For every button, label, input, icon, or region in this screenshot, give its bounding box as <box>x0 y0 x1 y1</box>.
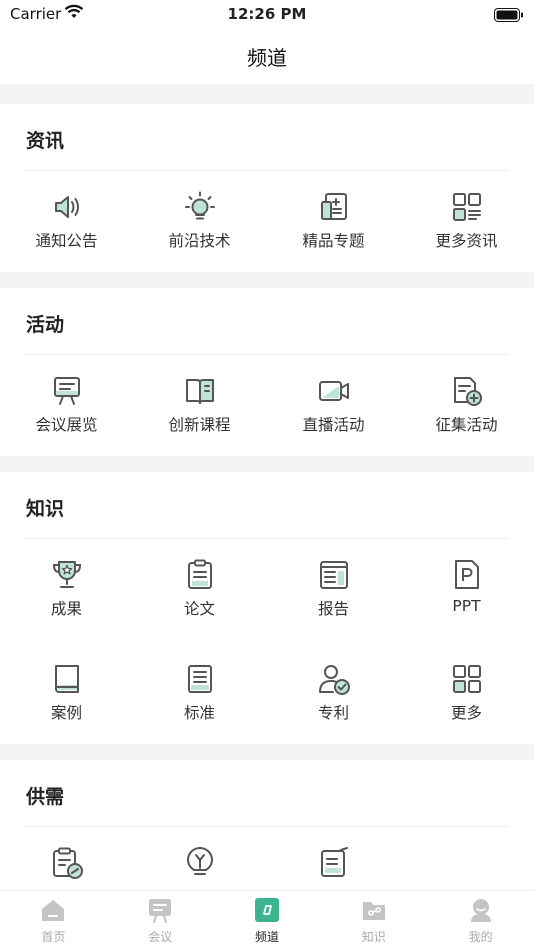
section-news: 资讯 通知公告 前沿技术 精品专题 更多资讯 <box>0 104 534 272</box>
grid-item-demand[interactable] <box>133 846 266 885</box>
section-title: 资讯 <box>26 130 65 152</box>
ppt-file-icon <box>454 560 479 589</box>
book-icon <box>54 665 79 693</box>
speaker-icon <box>54 196 79 218</box>
grid-list-icon <box>452 193 481 221</box>
page-title: 频道 <box>247 46 287 70</box>
grid-item-live-events[interactable]: 直播活动 <box>267 374 400 435</box>
grid-item-label: 论文 <box>183 600 215 618</box>
knowledge-folder-icon <box>362 902 385 920</box>
open-book-icon <box>185 379 214 404</box>
section-title: 供需 <box>26 786 65 808</box>
grid-item-publish[interactable] <box>267 846 400 885</box>
grid-item-standards[interactable]: 标准 <box>133 662 266 723</box>
grid-item-label: 报告 <box>317 600 349 618</box>
grid-item-ppt[interactable]: PPT <box>400 558 533 615</box>
grid-item-innovation-course[interactable]: 创新课程 <box>133 374 266 435</box>
grid-item-cases[interactable]: 案例 <box>0 662 133 723</box>
tab-label: 我的 <box>468 930 493 944</box>
grid-item-exhibition[interactable]: 会议展览 <box>0 374 133 435</box>
tab-home[interactable]: 首页 <box>0 897 107 945</box>
grid-item-supply[interactable] <box>0 846 133 885</box>
grid-item-papers[interactable]: 论文 <box>133 558 266 619</box>
status-time: 12:26 PM <box>227 5 307 23</box>
home-icon <box>42 900 65 921</box>
grid-item-label: 标准 <box>183 704 215 722</box>
tab-label: 首页 <box>41 930 66 944</box>
tab-label: 会议 <box>148 930 173 944</box>
tab-bar: 首页 会议 频道 知识 我的 <box>0 890 534 951</box>
grid-item-label: 专利 <box>317 704 349 722</box>
section-divider <box>26 826 508 827</box>
grid-item-collection-events[interactable]: 征集活动 <box>400 374 533 435</box>
grid-icon <box>452 665 481 693</box>
tab-channels[interactable]: 频道 <box>214 897 321 945</box>
grid-item-label: 精品专题 <box>302 232 365 250</box>
grid-item-more-news[interactable]: 更多资讯 <box>400 190 533 251</box>
clipboard-icon <box>187 559 212 589</box>
grid-item-label: 征集活动 <box>435 416 498 434</box>
grid-item-notice[interactable]: 通知公告 <box>0 190 133 251</box>
section-activities: 活动 会议展览 创新课程 直播活动 征集活动 <box>0 288 534 456</box>
grid-item-premium-topics[interactable]: 精品专题 <box>267 190 400 251</box>
clipboard-link-icon <box>52 847 83 879</box>
section-knowledge: 知识 成果 论文 报告 PPT 案例 标准 专利 更多 <box>0 472 534 744</box>
section-divider <box>26 538 508 539</box>
grid-item-label: 会议展览 <box>35 416 98 434</box>
section-supply-demand: 供需 <box>0 760 534 890</box>
grid-item-label: 更多 <box>450 704 482 722</box>
grid-item-patents[interactable]: 专利 <box>267 662 400 723</box>
grid-item-label: 通知公告 <box>35 232 98 250</box>
tab-knowledge[interactable]: 知识 <box>320 897 427 945</box>
grid-item-label: 创新课程 <box>168 416 231 434</box>
idea-bulb-icon <box>186 847 213 875</box>
patent-user-icon <box>318 665 350 695</box>
lightbulb-icon <box>184 191 215 220</box>
profile-icon <box>470 899 491 922</box>
tab-label: 知识 <box>361 930 386 944</box>
tab-meetings[interactable]: 会议 <box>107 897 214 945</box>
nav-bar: 频道 <box>0 28 534 84</box>
grid-item-label: 直播活动 <box>302 416 365 434</box>
section-title: 知识 <box>26 498 65 520</box>
tab-profile[interactable]: 我的 <box>427 897 534 945</box>
status-bar: Carrier 12:26 PM <box>0 0 534 28</box>
grid-item-label: 案例 <box>50 704 82 722</box>
presentation-board-icon <box>53 377 80 405</box>
tab-label: 频道 <box>254 930 279 944</box>
standard-doc-icon <box>187 665 212 693</box>
grid-item-label: 更多资讯 <box>435 232 498 250</box>
document-plus-icon <box>320 193 347 220</box>
meeting-icon <box>149 899 172 923</box>
grid-item-label: PPT <box>452 597 481 615</box>
grid-item-reports[interactable]: 报告 <box>267 558 400 619</box>
section-divider <box>26 170 508 171</box>
trophy-icon <box>52 561 81 588</box>
grid-item-label: 前沿技术 <box>168 232 231 250</box>
grid-item-more[interactable]: 更多 <box>400 662 533 723</box>
battery-icon <box>494 7 524 26</box>
document-add-icon <box>453 377 482 406</box>
report-icon <box>319 561 348 589</box>
grid-item-label: 成果 <box>50 600 82 618</box>
section-divider <box>26 354 508 355</box>
grid-item-achievements[interactable]: 成果 <box>0 558 133 619</box>
grid-item-frontier-tech[interactable]: 前沿技术 <box>133 190 266 251</box>
video-camera-icon <box>318 381 349 401</box>
channel-icon <box>254 898 279 922</box>
edit-doc-icon <box>320 847 348 877</box>
section-title: 活动 <box>26 314 65 336</box>
